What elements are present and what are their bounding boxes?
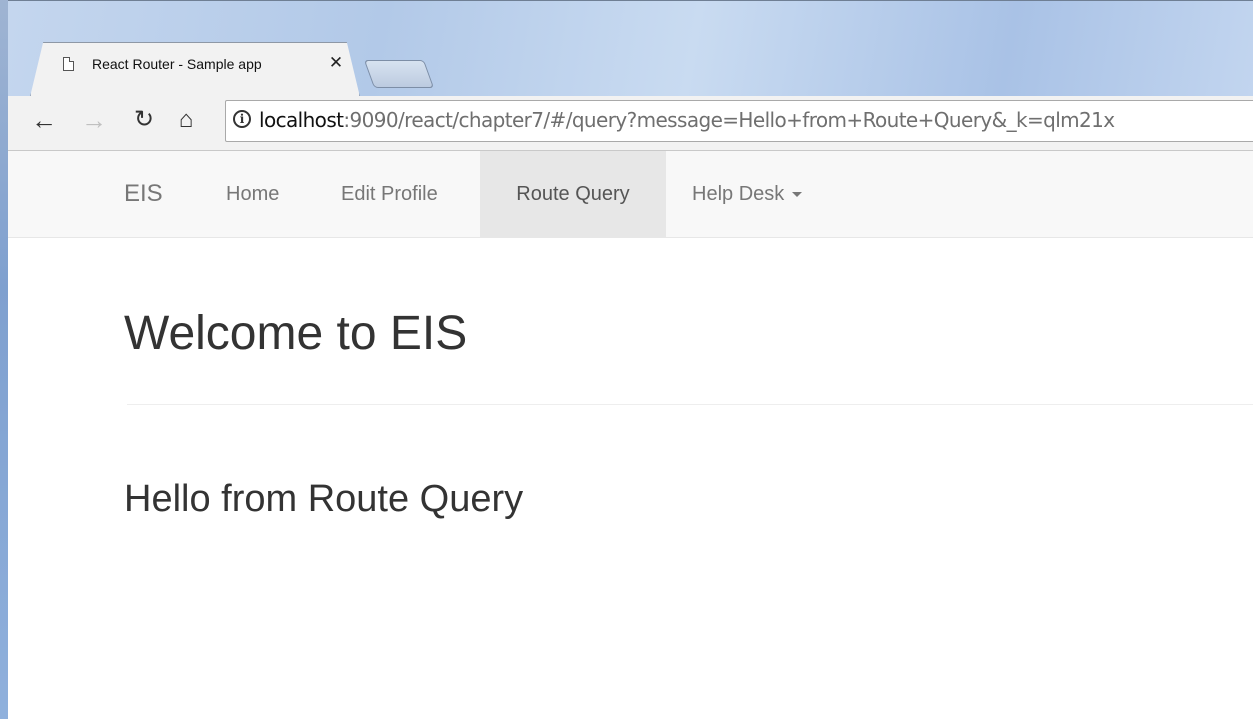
window-frame xyxy=(0,0,8,719)
divider xyxy=(127,404,1253,405)
nav-item-route-query[interactable]: Route Query xyxy=(480,151,666,237)
url-path: :9090/react/chapter7/#/query?message=Hel… xyxy=(343,108,1115,132)
page-title: Welcome to EIS xyxy=(124,307,468,360)
page-icon xyxy=(63,57,74,71)
nav-item-edit-profile[interactable]: Edit Profile xyxy=(341,151,438,237)
caret-down-icon xyxy=(792,192,803,198)
query-message: Hello from Route Query xyxy=(124,478,524,520)
navbar-brand[interactable]: EIS xyxy=(124,180,163,208)
close-icon[interactable]: ✕ xyxy=(327,54,345,72)
url-text[interactable]: localhost:9090/react/chapter7/#/query?me… xyxy=(259,108,1115,132)
nav-item-help-desk-label: Help Desk xyxy=(692,183,785,205)
reload-icon[interactable]: ↻ xyxy=(128,104,160,136)
home-icon[interactable]: ⌂ xyxy=(170,104,202,136)
tab-title: React Router - Sample app xyxy=(92,56,262,72)
url-host: localhost xyxy=(259,108,344,132)
forward-arrow-icon[interactable]: → xyxy=(78,104,110,136)
new-tab-button[interactable] xyxy=(363,60,435,88)
nav-item-help-desk[interactable]: Help Desk xyxy=(692,151,803,237)
back-arrow-icon[interactable]: ← xyxy=(28,104,60,136)
info-icon[interactable]: i xyxy=(233,110,251,128)
nav-item-home[interactable]: Home xyxy=(226,151,279,237)
